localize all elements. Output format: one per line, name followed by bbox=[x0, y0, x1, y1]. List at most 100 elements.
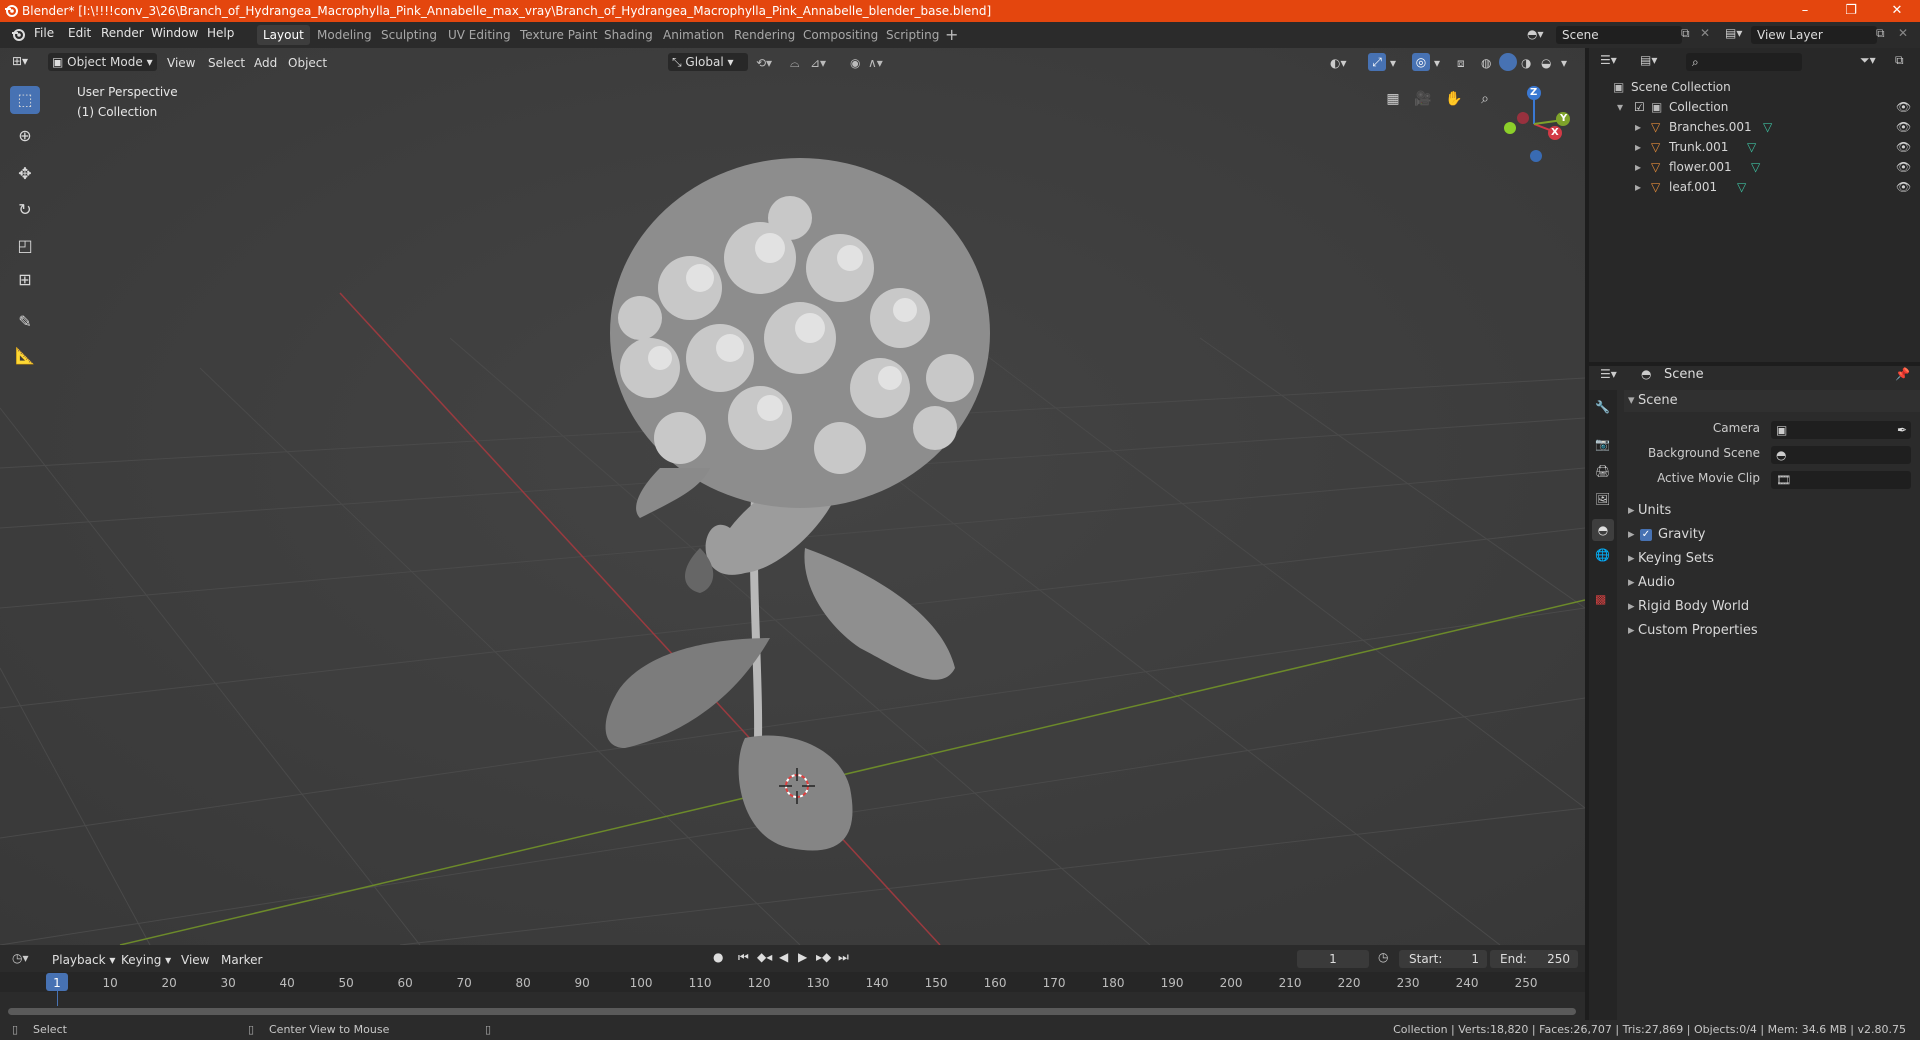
rigid-body-world-panel-header[interactable]: ▸ Rigid Body World bbox=[1624, 596, 1920, 618]
expand-arrow-icon[interactable]: ▸ bbox=[1635, 137, 1641, 157]
snap-icon[interactable]: ⌓ bbox=[790, 54, 800, 72]
tab-animation[interactable]: Animation bbox=[657, 25, 730, 45]
pivot-point-icon[interactable]: ⟲▾ bbox=[756, 54, 772, 72]
expand-arrow-icon[interactable]: ▾ bbox=[1617, 97, 1623, 117]
viewport-menu-object[interactable]: Object bbox=[288, 54, 327, 72]
close-window-button[interactable]: ✕ bbox=[1874, 0, 1920, 22]
scene-tab-icon[interactable]: ◓ bbox=[1592, 519, 1614, 541]
shading-dropdown-icon[interactable]: ▾ bbox=[1561, 54, 1567, 72]
transform-tool-icon[interactable]: ⊞ bbox=[10, 266, 40, 294]
audio-panel-header[interactable]: ▸ Audio bbox=[1624, 572, 1920, 594]
expand-arrow-icon[interactable]: ▸ bbox=[1635, 157, 1641, 177]
menu-window[interactable]: Window bbox=[151, 26, 198, 40]
outliner-row-object[interactable]: ▸ ▽ Branches.001 ▽ 👁 bbox=[1589, 117, 1920, 137]
eye-icon[interactable]: 👁 bbox=[1896, 177, 1911, 197]
viewlayer-name-field[interactable]: View Layer bbox=[1751, 26, 1877, 44]
menu-file[interactable]: File bbox=[34, 26, 54, 40]
viewport-menu-select[interactable]: Select bbox=[208, 54, 245, 72]
start-frame-field[interactable]: Start: 1 bbox=[1399, 950, 1487, 968]
outliner-row-object[interactable]: ▸ ▽ leaf.001 ▽ 👁 bbox=[1589, 177, 1920, 197]
menu-render[interactable]: Render bbox=[101, 26, 144, 40]
visibility-filter-icon[interactable]: ◐▾ bbox=[1330, 54, 1347, 72]
timeline-editor-type-icon[interactable]: ◷▾ bbox=[12, 951, 29, 965]
material-shading-icon[interactable]: ◑ bbox=[1521, 54, 1531, 72]
render-tab-icon[interactable]: 📷 bbox=[1595, 437, 1610, 451]
tab-sculpting[interactable]: Sculpting bbox=[375, 25, 443, 45]
timeline-menu-marker[interactable]: Marker bbox=[221, 951, 262, 969]
timeline-scrollbar[interactable] bbox=[8, 1008, 1576, 1015]
toggle-grid-view-icon[interactable]: ▦ bbox=[1380, 86, 1406, 112]
camera-field[interactable]: ▣ ✒ bbox=[1771, 421, 1911, 439]
mesh-data-icon[interactable]: ▽ bbox=[1747, 137, 1756, 157]
transform-orientation-dropdown[interactable]: ⤡ Global ▾ bbox=[668, 53, 748, 71]
outliner-display-mode-icon[interactable]: ▤▾ bbox=[1640, 53, 1657, 67]
blender-menu-icon[interactable] bbox=[10, 27, 26, 46]
remove-viewlayer-icon[interactable]: ✕ bbox=[1898, 26, 1908, 40]
outliner-row-scene-collection[interactable]: ▣ Scene Collection bbox=[1589, 77, 1920, 97]
viewport-menu-view[interactable]: View bbox=[167, 54, 195, 72]
next-keyframe-icon[interactable]: ▸◆ bbox=[816, 950, 831, 964]
outliner-row-object[interactable]: ▸ ▽ flower.001 ▽ 👁 bbox=[1589, 157, 1920, 177]
properties-editor-type-icon[interactable]: ☰▾ bbox=[1600, 367, 1617, 381]
tool-tab-icon[interactable]: 🔧 bbox=[1595, 400, 1610, 414]
proportional-edit-icon[interactable]: ◉ bbox=[850, 54, 860, 72]
pan-view-icon[interactable]: ✋ bbox=[1441, 86, 1467, 112]
prev-keyframe-icon[interactable]: ◆◂ bbox=[757, 950, 772, 964]
rotate-tool-icon[interactable]: ↻ bbox=[10, 196, 40, 224]
gizmo-toggle-icon[interactable]: ⤢ bbox=[1368, 53, 1386, 71]
scene-section-header[interactable]: ▾ Scene bbox=[1624, 390, 1920, 412]
object-mode-dropdown[interactable]: ▣ Object Mode ▾ bbox=[48, 53, 157, 71]
current-frame-field[interactable]: 1 bbox=[1297, 950, 1369, 968]
units-panel-header[interactable]: ▸ Units bbox=[1624, 500, 1920, 522]
texture-tab-icon[interactable]: ▩ bbox=[1595, 592, 1606, 606]
gizmo-y-label[interactable]: Y bbox=[1560, 113, 1567, 124]
select-box-tool-icon[interactable]: ⬚ bbox=[10, 86, 40, 114]
mesh-data-icon[interactable]: ▽ bbox=[1763, 117, 1772, 137]
eyedropper-icon[interactable]: ✒ bbox=[1897, 421, 1907, 439]
3d-viewport[interactable] bbox=[0, 48, 1585, 945]
background-scene-field[interactable]: ◓ bbox=[1771, 446, 1911, 464]
scene-name-field[interactable]: Scene bbox=[1556, 26, 1682, 44]
keying-sets-panel-header[interactable]: ▸ Keying Sets bbox=[1624, 548, 1920, 570]
timeline-menu-keying[interactable]: Keying ▾ bbox=[121, 951, 171, 969]
jump-end-icon[interactable]: ⏭ bbox=[838, 950, 849, 965]
gizmo-z-label[interactable]: Z bbox=[1530, 87, 1537, 98]
mesh-data-icon[interactable]: ▽ bbox=[1751, 157, 1760, 177]
timeline-menu-playback[interactable]: Playback ▾ bbox=[52, 951, 115, 969]
tab-compositing[interactable]: Compositing bbox=[797, 25, 884, 45]
outliner-editor-type-icon[interactable]: ☰▾ bbox=[1600, 53, 1617, 67]
viewlayer-browse-icon[interactable]: ▤▾ bbox=[1725, 26, 1742, 40]
mesh-data-icon[interactable]: ▽ bbox=[1737, 177, 1746, 197]
tab-scripting[interactable]: Scripting bbox=[880, 25, 945, 45]
view-layer-tab-icon[interactable]: 🖼 bbox=[1595, 492, 1610, 506]
editor-type-icon[interactable]: ⊞▾ bbox=[12, 54, 28, 68]
gizmo-x-label[interactable]: X bbox=[1551, 127, 1559, 138]
jump-start-icon[interactable]: ⏮ bbox=[738, 950, 749, 965]
zoom-view-icon[interactable]: ⌕ bbox=[1472, 86, 1498, 112]
gizmo-dropdown-icon[interactable]: ▾ bbox=[1390, 54, 1396, 72]
gravity-panel-header[interactable]: ▸ ✓ Gravity bbox=[1624, 524, 1920, 546]
eye-icon[interactable]: 👁 bbox=[1896, 137, 1911, 157]
cursor-tool-icon[interactable]: ⊕ bbox=[10, 122, 40, 150]
move-tool-icon[interactable]: ✥ bbox=[10, 160, 40, 188]
preview-range-icon[interactable]: ◷ bbox=[1378, 950, 1388, 964]
timeline-menu-view[interactable]: View bbox=[181, 951, 209, 969]
tab-texture-paint[interactable]: Texture Paint bbox=[514, 25, 603, 45]
play-icon[interactable]: ▶ bbox=[798, 950, 807, 964]
outliner-filter-icon[interactable]: ⏷▾ bbox=[1860, 53, 1876, 68]
falloff-icon[interactable]: ∧▾ bbox=[868, 54, 883, 72]
new-collection-icon[interactable]: ⧉ bbox=[1895, 53, 1904, 68]
end-frame-field[interactable]: End: 250 bbox=[1490, 950, 1578, 968]
snap-target-icon[interactable]: ⊿▾ bbox=[810, 54, 826, 72]
new-viewlayer-icon[interactable]: ⧉ bbox=[1876, 26, 1885, 41]
custom-properties-panel-header[interactable]: ▸ Custom Properties bbox=[1624, 620, 1920, 642]
add-workspace-icon[interactable]: + bbox=[945, 25, 958, 44]
minimize-button[interactable]: – bbox=[1782, 0, 1828, 22]
scene-browse-icon[interactable]: ◓▾ bbox=[1527, 27, 1544, 41]
overlays-dropdown-icon[interactable]: ▾ bbox=[1434, 54, 1440, 72]
rendered-shading-icon[interactable]: ◒ bbox=[1541, 54, 1551, 72]
menu-edit[interactable]: Edit bbox=[68, 26, 91, 40]
overlays-toggle-icon[interactable]: ◎ bbox=[1412, 53, 1430, 71]
menu-help[interactable]: Help bbox=[207, 26, 234, 40]
tab-layout[interactable]: Layout bbox=[257, 25, 310, 45]
